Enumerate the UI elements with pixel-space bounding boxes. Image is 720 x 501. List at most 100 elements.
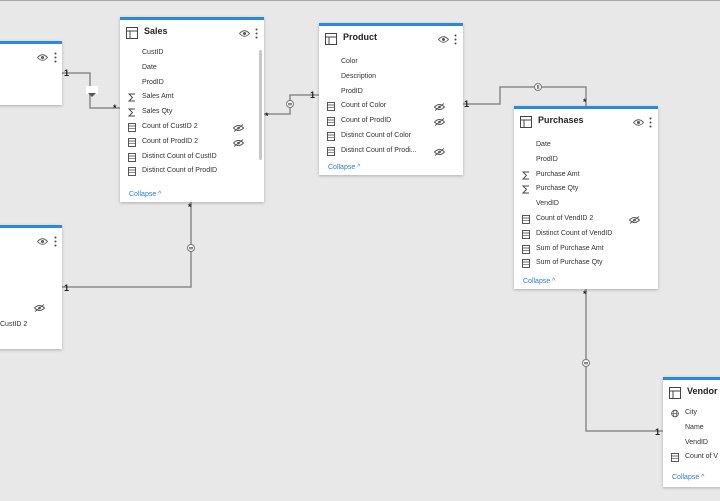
cardinality-one: 1 bbox=[464, 99, 470, 109]
hidden-field-icon[interactable] bbox=[434, 103, 445, 112]
field-row[interactable]: Sales Qty bbox=[120, 106, 264, 121]
bidirectional-filter-icon[interactable] bbox=[534, 83, 542, 91]
filter-direction-icon[interactable] bbox=[86, 86, 98, 97]
field-row[interactable]: VendID bbox=[514, 198, 658, 213]
field-list: Color Description ProdID Count of Color Coun… bbox=[319, 56, 463, 160]
hidden-field-icon[interactable] bbox=[434, 147, 445, 156]
field-row[interactable]: Sales Amt bbox=[120, 91, 264, 106]
field-label: Purchase Amt bbox=[536, 170, 580, 178]
collapse-link[interactable]: Collapse ^ bbox=[129, 191, 161, 198]
field-row[interactable]: Count of ProdID 2 bbox=[120, 136, 264, 151]
more-options-icon[interactable] bbox=[54, 236, 57, 247]
field-label: Color bbox=[341, 58, 358, 65]
eye-icon[interactable] bbox=[633, 118, 644, 127]
calculator-icon bbox=[327, 117, 335, 127]
field-label: Sum of Purchase Qty bbox=[536, 259, 603, 267]
collapse-link[interactable]: Collapse ^ bbox=[672, 474, 704, 481]
collapse-link[interactable]: Collapse ^ bbox=[328, 164, 360, 171]
eye-icon[interactable] bbox=[239, 29, 250, 38]
globe-icon bbox=[671, 409, 679, 418]
field-list: Date ProdID Purchase Amt Purchase Qty VendID… bbox=[514, 139, 658, 272]
cardinality-many: * bbox=[583, 289, 587, 299]
cardinality-one: 1 bbox=[64, 283, 70, 293]
cardinality-one: 1 bbox=[655, 427, 661, 437]
field-row[interactable]: Distinct Count of ProdID bbox=[120, 165, 264, 180]
hidden-field-icon[interactable] bbox=[434, 118, 445, 127]
field-row[interactable]: ProdID bbox=[319, 86, 463, 101]
field-label: VendID bbox=[536, 200, 559, 208]
hidden-field-icon[interactable] bbox=[34, 304, 45, 312]
field-label: Distinct Count of ProdID bbox=[142, 167, 218, 175]
field-label: Name bbox=[685, 423, 704, 431]
table-icon bbox=[669, 387, 681, 399]
field-row[interactable]: Distinct Count of Color bbox=[319, 130, 463, 145]
table-title: Product bbox=[343, 32, 378, 42]
field-row[interactable]: Count of ProdID bbox=[319, 115, 463, 130]
model-canvas[interactable]: 1 * * 1 1 * * 1 * 1 CustID 2 Sales CustI… bbox=[0, 1, 720, 501]
table-card-sales[interactable]: Sales CustID Date ProdID Sales Amt Sales Qty… bbox=[120, 17, 264, 202]
field-label: VendID bbox=[685, 438, 708, 446]
field-list: City Name VendID Count of V bbox=[663, 407, 720, 466]
table-icon bbox=[520, 116, 532, 128]
table-card-vendor[interactable]: Vendor City Name VendID Count of V Collapse… bbox=[663, 377, 720, 487]
more-options-icon[interactable] bbox=[54, 52, 57, 63]
scrollbar[interactable] bbox=[259, 50, 262, 160]
field-row[interactable]: Description bbox=[319, 71, 463, 86]
field-label: Count of ProdID 2 bbox=[142, 137, 199, 145]
field-row[interactable]: Color bbox=[319, 56, 463, 71]
field-row[interactable]: ProdID bbox=[514, 154, 658, 169]
calculator-icon bbox=[128, 123, 136, 132]
field-row[interactable]: Purchase Amt bbox=[514, 169, 658, 184]
field-row[interactable]: Purchase Qty bbox=[514, 183, 658, 198]
calculator-icon bbox=[128, 152, 136, 162]
calculator-icon bbox=[522, 259, 530, 269]
field-label[interactable]: CustID 2 bbox=[0, 321, 27, 328]
bidirectional-filter-icon[interactable] bbox=[286, 100, 294, 108]
relationship-line-sales-leftbottom bbox=[62, 201, 192, 288]
bidirectional-filter-icon[interactable] bbox=[582, 359, 590, 367]
collapse-link[interactable]: Collapse ^ bbox=[523, 278, 555, 285]
field-row[interactable]: Date bbox=[514, 139, 658, 154]
eye-icon[interactable] bbox=[438, 35, 449, 44]
table-card-purchases[interactable]: Purchases Date ProdID Purchase Amt Purchase… bbox=[514, 106, 658, 289]
field-label: CustID bbox=[142, 49, 164, 56]
field-row[interactable]: Distinct Count of VendID bbox=[514, 228, 658, 243]
relationship-line-product-purchases bbox=[462, 86, 587, 106]
more-options-icon[interactable] bbox=[255, 28, 258, 39]
hidden-field-icon[interactable] bbox=[233, 124, 244, 132]
more-options-icon[interactable] bbox=[454, 34, 457, 45]
table-card-left-bottom[interactable]: CustID 2 bbox=[0, 225, 62, 349]
field-row[interactable]: CustID bbox=[120, 47, 264, 62]
table-card-product[interactable]: Product Color Description ProdID Count of C… bbox=[319, 23, 463, 175]
bidirectional-filter-icon[interactable] bbox=[187, 244, 195, 252]
more-options-icon[interactable] bbox=[649, 117, 652, 128]
field-row[interactable]: City bbox=[663, 407, 720, 422]
field-row[interactable]: VendID bbox=[663, 437, 720, 452]
field-row[interactable]: Date bbox=[120, 62, 264, 77]
cardinality-one: 1 bbox=[64, 68, 70, 78]
field-row[interactable]: Count of CustID 2 bbox=[120, 121, 264, 136]
hidden-field-icon[interactable] bbox=[629, 216, 640, 224]
field-label: Distinct Count of VendID bbox=[536, 229, 613, 237]
field-row[interactable]: Count of Color bbox=[319, 100, 463, 115]
table-card-left-top[interactable] bbox=[0, 41, 62, 105]
field-label: Sales Amt bbox=[142, 93, 174, 101]
field-row[interactable]: Count of VendID 2 bbox=[514, 213, 658, 228]
field-row[interactable]: Distinct Count of Prodi... bbox=[319, 145, 463, 160]
field-row[interactable]: Sum of Purchase Amt bbox=[514, 243, 658, 258]
field-row[interactable]: Distinct Count of CustID bbox=[120, 151, 264, 166]
eye-icon[interactable] bbox=[37, 53, 48, 62]
table-icon bbox=[325, 33, 337, 45]
eye-icon[interactable] bbox=[37, 237, 48, 246]
hidden-field-icon[interactable] bbox=[233, 138, 244, 147]
calculator-icon bbox=[327, 102, 335, 112]
field-row[interactable]: Name bbox=[663, 422, 720, 437]
field-row[interactable]: ProdID bbox=[120, 77, 264, 92]
field-row[interactable]: Count of V bbox=[663, 451, 720, 466]
cardinality-many: * bbox=[265, 111, 269, 121]
field-label: ProdID bbox=[341, 87, 363, 95]
field-list: CustID Date ProdID Sales Amt Sales Qty Count … bbox=[120, 47, 264, 180]
cardinality-many: * bbox=[113, 103, 117, 113]
table-title: Sales bbox=[144, 26, 168, 36]
field-row[interactable]: Sum of Purchase Qty bbox=[514, 257, 658, 272]
